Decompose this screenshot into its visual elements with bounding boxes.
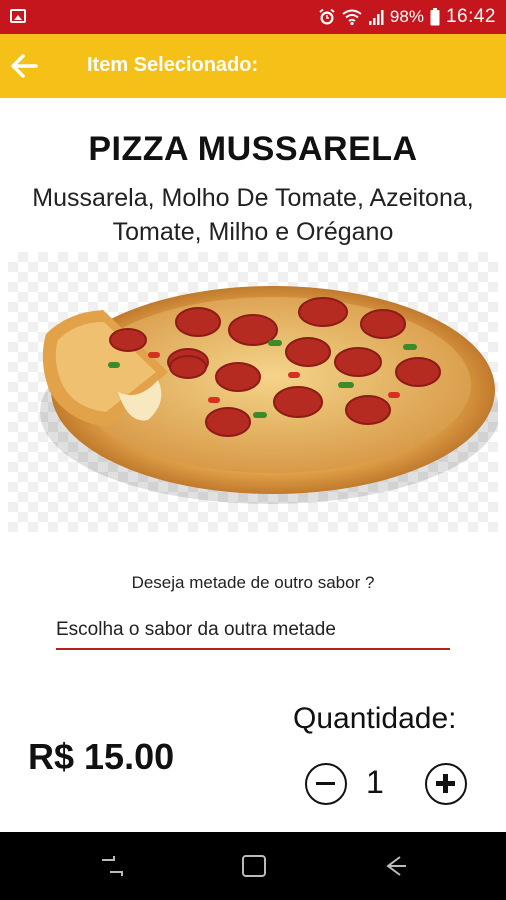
alarm-icon: [319, 8, 335, 25]
quantity-label: Quantidade:: [293, 702, 457, 735]
signal-icon: [368, 10, 384, 25]
image-icon: [10, 9, 26, 23]
recent-apps-icon[interactable]: [98, 854, 126, 878]
battery-icon: [430, 8, 440, 26]
wifi-icon: [342, 9, 362, 26]
increase-quantity-button[interactable]: [425, 763, 467, 805]
arrow-left-icon[interactable]: [8, 50, 40, 82]
pizza-photo: [40, 286, 500, 504]
home-icon[interactable]: [240, 854, 268, 878]
pizza-image: [8, 252, 500, 532]
clock: 16:42: [445, 6, 496, 27]
status-bar: 98% 16:42: [0, 0, 506, 34]
quantity-value: 1: [366, 764, 384, 800]
product-description: Mussarela, Molho De Tomate, Azeitona, To…: [32, 184, 474, 246]
status-icons: 98% 16:42: [318, 6, 496, 28]
product-name: PIZZA MUSSARELA: [88, 130, 418, 168]
app-bar: Item Selecionado:: [0, 34, 506, 98]
navigation-bar: [0, 832, 506, 900]
decrease-quantity-button[interactable]: [305, 763, 347, 805]
half-flavor-question: Deseja metade de outro sabor ?: [131, 573, 375, 592]
back-icon[interactable]: [380, 854, 408, 878]
page-title: Item Selecionado:: [87, 54, 259, 76]
half-flavor-select[interactable]: Escolha o sabor da outra metade: [56, 616, 450, 650]
battery-percent: 98%: [389, 7, 424, 26]
product-price: R$ 15.00: [28, 736, 175, 777]
